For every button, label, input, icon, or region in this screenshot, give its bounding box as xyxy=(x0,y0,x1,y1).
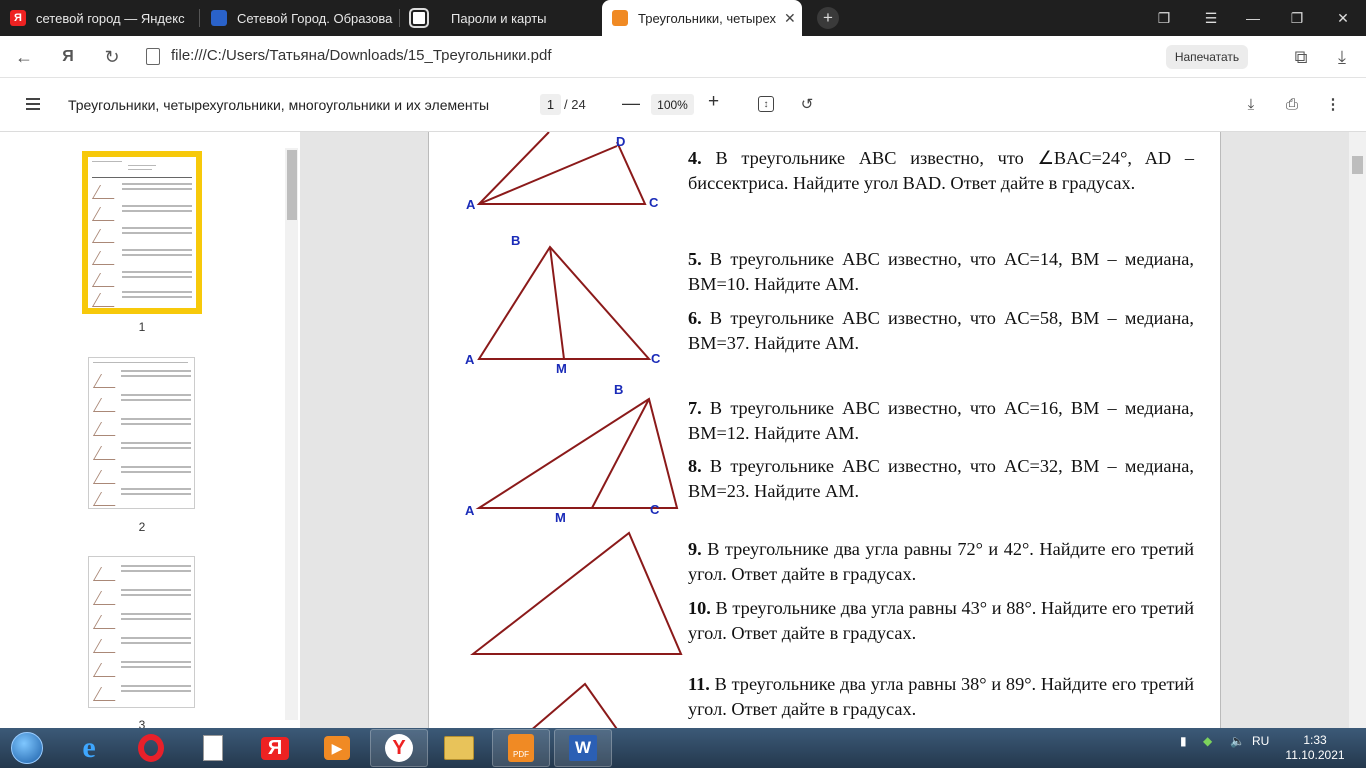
tab-title: сетевой город — Яндекс xyxy=(36,10,185,26)
pdf-reader-icon[interactable]: PDF xyxy=(492,729,550,767)
main-scrollbar[interactable] xyxy=(1349,132,1366,728)
problem-8: 8. В треугольнике ABC известно, что AC=3… xyxy=(688,456,1194,501)
triangle-abc-3 xyxy=(475,397,679,509)
tray-volume-icon[interactable]: 🔈 xyxy=(1230,734,1245,748)
problem-5: 5. В треугольнике ABC известно, что AC=1… xyxy=(688,249,1194,294)
pdf-toolbar: Треугольники, четырехугольники, многоуго… xyxy=(0,78,1366,132)
problem-7: 7. В треугольнике ABC известно, что AC=1… xyxy=(688,398,1194,443)
internet-explorer-icon[interactable]: e xyxy=(60,729,118,767)
start-orb-icon[interactable] xyxy=(2,729,52,767)
extensions-icon[interactable]: ⧉ xyxy=(1287,44,1315,70)
reload-icon[interactable]: ↻ xyxy=(98,44,126,70)
fig3-label-a: A xyxy=(465,503,475,518)
back-icon[interactable]: ← xyxy=(10,44,38,70)
menu-icon[interactable]: ☰ xyxy=(1190,0,1232,36)
file-explorer-icon[interactable] xyxy=(430,729,488,767)
zoom-out-button[interactable]: — xyxy=(622,93,640,114)
page-thumbnail-1[interactable] xyxy=(82,151,202,314)
new-tab-button[interactable]: + xyxy=(817,7,839,29)
opera-icon[interactable] xyxy=(122,729,180,767)
figures-svg: A C D B A M C B A M C xyxy=(465,132,683,728)
tab-pdf-active[interactable]: Треугольники, четырех ✕ xyxy=(602,0,802,36)
problem-10: 10. В треугольнике два угла равны 43° и … xyxy=(688,598,1194,643)
yandex-browser-icon[interactable]: Y xyxy=(370,729,428,767)
triangle-5 xyxy=(532,682,618,728)
page-number-input[interactable]: 1 xyxy=(540,94,561,115)
thumbnail-sidebar: 1 2 3 xyxy=(0,132,300,732)
page-total: / 24 xyxy=(564,97,586,112)
bookmarks-icon[interactable]: ❐ xyxy=(1143,0,1185,36)
main-scrollbar-thumb[interactable] xyxy=(1352,156,1363,174)
problem-11: 11. В треугольнике два угла равны 38° и … xyxy=(688,674,1194,719)
zoom-input[interactable]: 100% xyxy=(651,94,694,115)
tab-title: Пароли и карты xyxy=(451,10,547,26)
fig3-label-c: C xyxy=(650,502,660,517)
fig1-label-c: C xyxy=(649,195,659,210)
system-clock[interactable]: 1:33 11.10.2021 xyxy=(1285,733,1345,763)
pdf-viewer: A C D B A M C B A M C 4. В треугольнике … xyxy=(300,132,1349,728)
document-title: Треугольники, четырехугольники, многоуго… xyxy=(68,97,490,113)
windows-taskbar: e Я ▶ Y PDF W ▮ ◆ 🔈 RU 1:33 11.10.2021 xyxy=(0,728,1366,768)
browser-tab-strip: Я сетевой город — Яндекс Сетевой Город. … xyxy=(0,0,1366,36)
triangle-4 xyxy=(470,531,683,655)
print-icon[interactable]: ⎙ xyxy=(1281,93,1303,115)
clock-time: 1:33 xyxy=(1303,733,1327,747)
pdf-page: A C D B A M C B A M C 4. В треугольнике … xyxy=(428,132,1221,728)
zoom-in-button[interactable]: + xyxy=(708,91,719,113)
tray-language[interactable]: RU xyxy=(1252,734,1269,748)
download-icon[interactable]: ⤓ xyxy=(1328,44,1356,70)
bisector-ad xyxy=(478,145,618,205)
fig1-label-a: A xyxy=(466,197,476,212)
fig2-label-c: C xyxy=(651,351,661,366)
fig2-label-b: B xyxy=(511,233,520,248)
thumbnail-label: 2 xyxy=(138,520,146,534)
blank-document-icon[interactable] xyxy=(184,729,242,767)
sidebar-scrollbar-thumb[interactable] xyxy=(287,150,297,220)
address-bar: ← Я ↻ file:///C:/Users/Татьяна/Downloads… xyxy=(0,36,1366,78)
rotate-icon[interactable]: ↺ xyxy=(796,93,818,115)
print-button[interactable]: Напечатать xyxy=(1166,45,1248,69)
triangle-abc-2 xyxy=(477,245,652,360)
problem-9: 9. В треугольнике два угла равны 72° и 4… xyxy=(688,539,1194,584)
restore-icon[interactable]: ❐ xyxy=(1276,0,1318,36)
tray-network-icon[interactable]: ▮ xyxy=(1180,734,1187,748)
median-bm-3 xyxy=(591,398,650,509)
more-options-icon[interactable]: ⋮ xyxy=(1322,93,1344,115)
page-thumbnail-3[interactable] xyxy=(88,556,195,708)
url-field[interactable]: file:///C:/Users/Татьяна/Downloads/15_Тр… xyxy=(171,47,552,64)
sidebar-scrollbar[interactable] xyxy=(285,148,298,720)
download-icon[interactable]: ⤓ xyxy=(1240,93,1262,115)
yandex-icon: Я xyxy=(10,10,26,26)
median-bm-2 xyxy=(549,246,565,360)
yandex-home-icon[interactable]: Я xyxy=(54,44,82,70)
tab-yandex-search[interactable]: Я сетевой город — Яндекс xyxy=(0,0,200,36)
tab-passwords[interactable]: Пароли и карты xyxy=(401,0,599,36)
pdf-icon xyxy=(612,10,628,26)
tray-app-icon[interactable]: ◆ xyxy=(1203,734,1212,748)
close-window-icon[interactable]: ✕ xyxy=(1322,0,1364,36)
minimize-icon[interactable]: — xyxy=(1232,0,1274,36)
fit-page-icon[interactable]: ↕ xyxy=(758,96,774,112)
close-icon[interactable]: ✕ xyxy=(784,10,796,27)
fig1-label-d: D xyxy=(616,134,625,149)
problem-6: 6. В треугольнике ABC известно, что AC=5… xyxy=(688,308,1194,353)
tab-title: Сетевой Город. Образова xyxy=(237,10,393,26)
clock-date: 11.10.2021 xyxy=(1285,748,1345,762)
fig2-label-a: A xyxy=(465,352,475,367)
file-icon xyxy=(146,48,160,65)
tab-school-site[interactable]: Сетевой Город. Образова xyxy=(201,0,400,36)
media-player-icon[interactable]: ▶ xyxy=(308,729,366,767)
yandex-icon[interactable]: Я xyxy=(246,729,304,767)
fig3-label-b: B xyxy=(614,382,623,397)
problem-4: 4. В треугольнике ABC известно, что ∠BAC… xyxy=(688,148,1194,193)
page-thumbnail-2[interactable] xyxy=(88,357,195,509)
sidebar-toggle-icon[interactable] xyxy=(26,98,40,110)
fig3-label-m: M xyxy=(555,510,566,525)
school-site-icon xyxy=(211,10,227,26)
word-icon[interactable]: W xyxy=(554,729,612,767)
tab-title: Треугольники, четырех xyxy=(638,10,776,26)
passwords-icon xyxy=(409,8,429,28)
fig2-label-m: M xyxy=(556,361,567,376)
thumbnail-label: 1 xyxy=(138,320,146,334)
